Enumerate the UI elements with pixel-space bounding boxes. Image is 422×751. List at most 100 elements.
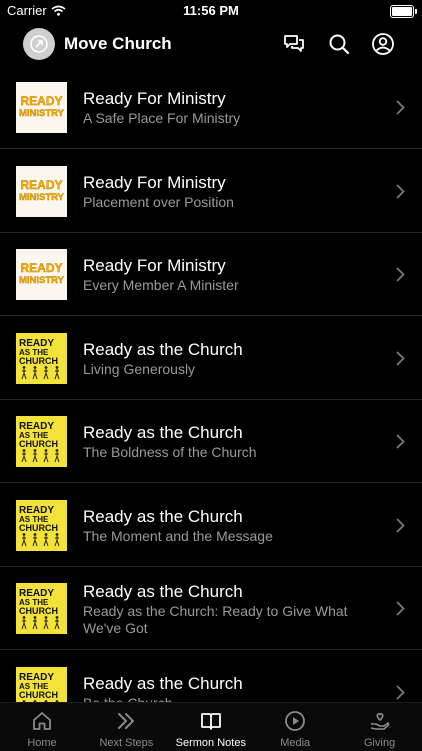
ready-for-ministry-artwork: READYMINISTRY [19,261,65,286]
art-figure [21,452,27,463]
art-figure-head [44,616,48,619]
chevron-right-icon [396,351,405,365]
art-word-ready: READY [20,94,62,108]
sermon-row[interactable]: READY MINISTRY Ready For Ministry A Safe Pl… [0,66,422,149]
art-figure [32,368,38,379]
sermon-title: Ready as the Church [83,673,243,693]
art-word-church: CHURCH [19,690,58,700]
art-figure [43,535,49,546]
art-figure [54,619,60,630]
chevron-right-icon [396,267,405,282]
sermon-subtitle: Every Member A Minister [83,277,239,293]
sermon-subtitle: Living Generously [83,360,196,377]
status-bar: Carrier 11:56 PM [0,0,422,22]
logo-icon [30,35,48,53]
tab-label: Giving [364,737,396,749]
sermon-row[interactable]: READY AS THE CHURCH Ready as the Church The … [0,400,422,483]
book-icon [200,713,221,730]
tab-bar: Home Next Steps Sermon Notes Media Giving [0,702,422,751]
tab-label: Next Steps [99,737,154,749]
sermon-thumbnail: READY MINISTRY [16,249,67,300]
search-icon[interactable] [327,32,351,56]
tab-sermon-notes[interactable]: Sermon Notes [169,703,253,751]
art-figure [21,368,27,379]
sermon-thumbnail: READY AS THE CHURCH [16,499,67,551]
ready-as-the-church-artwork: READYAS THECHURCH [19,672,59,702]
sermon-thumbnail: READY AS THE CHURCH [16,332,67,384]
ready-as-the-church-artwork: READYAS THECHURCH [19,588,60,630]
sermon-title: Ready as the Church [83,582,243,601]
sermon-subtitle: A Safe Place For Ministry [83,110,241,126]
art-word-church: CHURCH [19,356,58,366]
art-figure-head [22,365,26,369]
art-figure [32,452,38,463]
sermon-title: Ready as the Church [83,339,243,359]
ready-as-the-church-artwork: READYAS THECHURCH [19,421,60,463]
art-word-ready: READY [20,261,62,275]
ready-as-the-church-artwork: READYAS THECHURCH [19,505,60,546]
art-word-church: CHURCH [19,606,58,616]
sermon-title: Ready as the Church [83,506,243,526]
art-figure-head [33,532,37,536]
tab-home[interactable]: Home [0,703,84,751]
chevrons-icon [118,713,135,729]
art-figure-head [44,365,48,369]
app-header: Move Church [0,22,422,66]
art-figure-head [33,449,37,452]
ready-as-the-church-artwork: READYAS THECHURCH [19,338,60,379]
sermon-thumbnail: READY AS THE CHURCH [16,416,67,467]
art-figure [32,619,38,630]
chevron-right-icon [396,518,405,532]
art-figure-head [55,532,59,536]
art-figure-head [33,365,37,369]
sermon-row[interactable]: READY AS THE CHURCH Ready as the Church Read… [0,567,422,650]
chat-icon[interactable] [282,32,306,56]
sermon-thumbnail: READY MINISTRY [16,165,67,217]
art-word-church: CHURCH [19,523,58,533]
tab-next-steps[interactable]: Next Steps [84,703,168,751]
sermon-subtitle: Ready as the Church: Ready to Give What … [83,603,348,636]
sermon-thumbnail: READY AS THE CHURCH [16,583,67,634]
sermon-row[interactable]: READYAS THECHURCH Ready as the Church Be t… [0,651,422,703]
sermon-row[interactable]: READY MINISTRY Ready For Ministry Placement… [0,150,422,233]
sermon-title: Ready as the Church [83,423,243,442]
art-figure [43,452,49,463]
sermon-row[interactable]: READY AS THE CHURCH Ready as the Church Livi… [0,317,422,400]
tab-label: Sermon Notes [175,737,246,749]
art-figure-head [44,449,48,452]
sermon-row[interactable]: READY AS THE CHURCH Ready as the Church The … [0,484,422,567]
ready-for-ministry-artwork: READYMINISTRY [19,177,65,202]
art-figure-head [22,449,26,452]
sermon-title: Ready For Ministry [83,172,226,192]
profile-icon[interactable] [371,32,395,56]
sermon-thumbnail: READY AS THE CHURCH [16,666,67,702]
art-word-ministry: MINISTRY [19,108,65,119]
sermon-subtitle: Placement over Position [83,193,234,210]
sermon-subtitle: Be the Church [83,695,383,703]
battery-icon [390,5,417,18]
chevron-right-icon [396,601,405,616]
play-icon [285,711,306,731]
tab-label: Media [280,737,311,749]
church-logo-avatar[interactable] [23,28,55,60]
art-figure [43,619,49,630]
sermon-subtitle: The Boldness of the Church [83,444,257,460]
art-figure [32,535,38,546]
chevron-right-icon [396,184,405,198]
sermon-thumbnail: READY MINISTRY [16,82,67,133]
art-figure [54,368,60,379]
sermon-row[interactable]: READY MINISTRY Ready For Ministry Every Mem… [0,233,422,316]
chevron-right-icon [396,100,405,115]
art-word-church: CHURCH [19,439,58,449]
art-figure [21,535,27,546]
art-figure-head [55,449,59,452]
art-figure [54,535,60,546]
art-figure [43,368,49,379]
tab-media[interactable]: Media [253,703,337,751]
art-figure [21,619,27,630]
art-figure-head [44,532,48,536]
tab-label: Home [27,737,57,749]
art-figure-head [22,532,26,536]
sermon-title: Ready For Ministry [83,89,226,108]
tab-giving[interactable]: Giving [338,703,422,751]
